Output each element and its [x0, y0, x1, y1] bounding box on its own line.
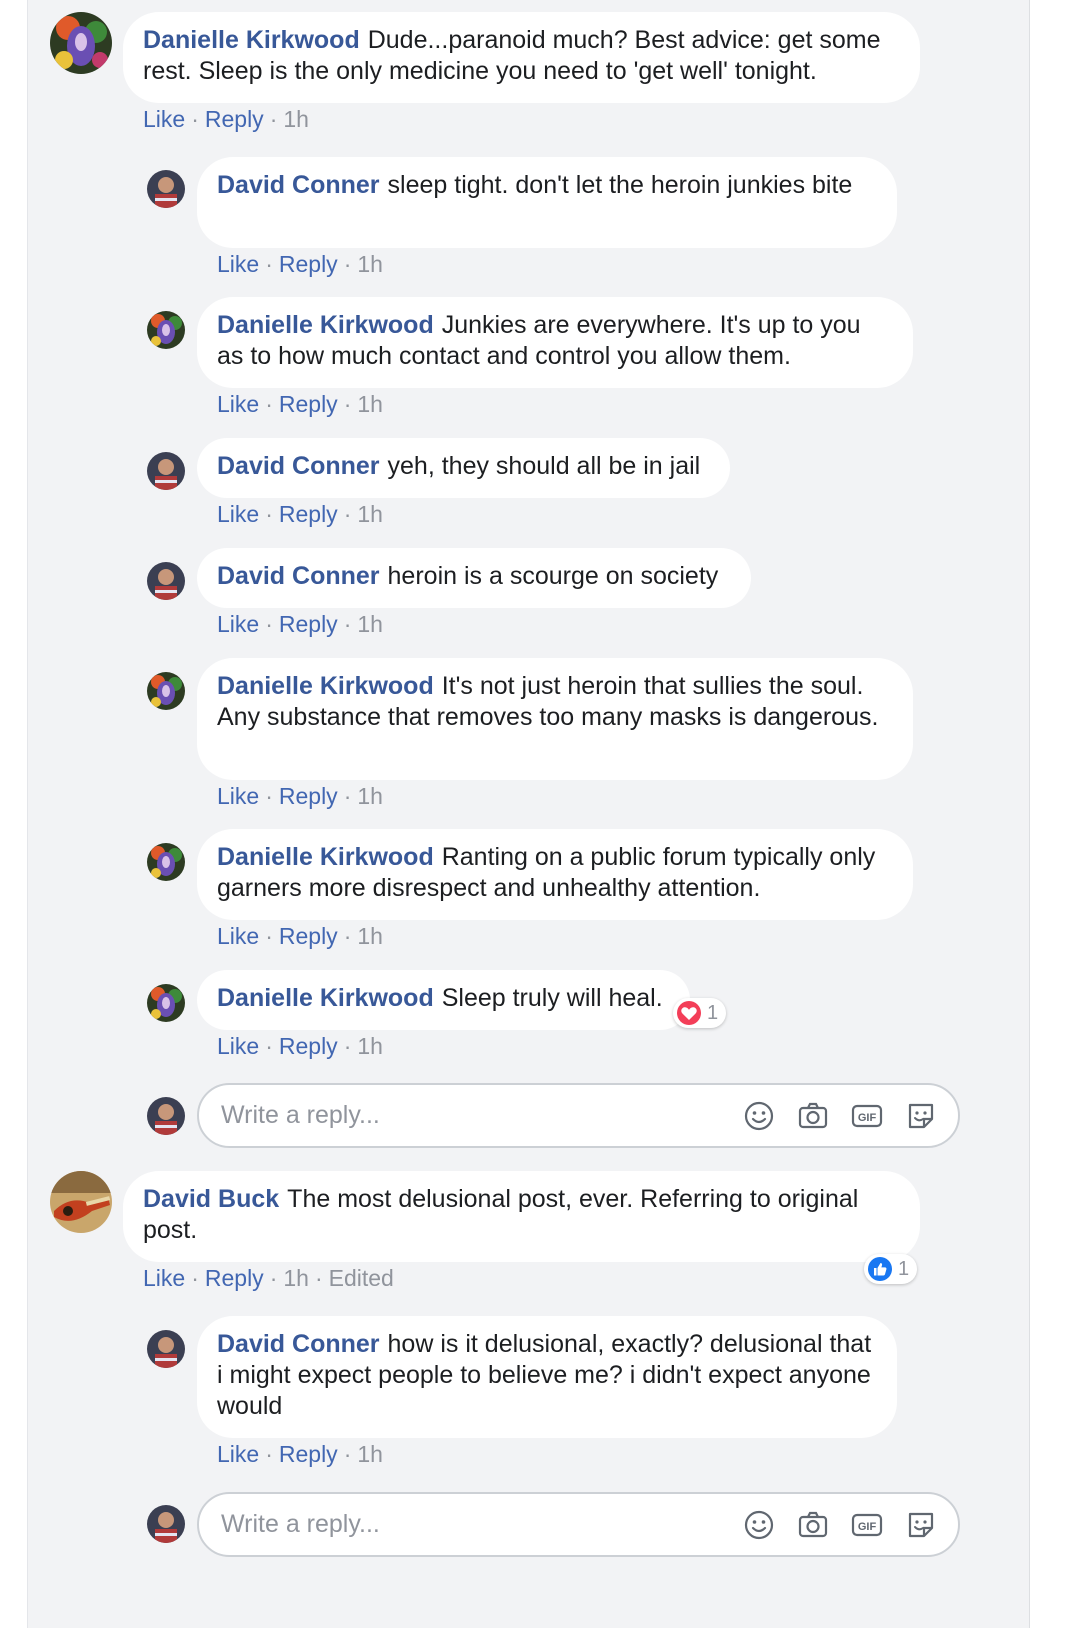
like-link[interactable]: Like: [143, 1265, 185, 1291]
timestamp[interactable]: 1h: [357, 923, 383, 949]
comment-actions: Like · Reply · 1h: [217, 1033, 383, 1059]
reply-link[interactable]: Reply: [279, 611, 338, 637]
comment-text: sleep tight. don't let the heroin junkie…: [387, 171, 853, 199]
avatar: [147, 1505, 185, 1543]
like-link[interactable]: Like: [217, 1033, 259, 1059]
comment-text: yeh, they should all be in jail: [387, 452, 701, 480]
reply-link[interactable]: Reply: [205, 1265, 264, 1291]
author-name[interactable]: Danielle Kirkwood: [217, 311, 434, 339]
edited-label[interactable]: Edited: [329, 1265, 394, 1291]
avatar[interactable]: [50, 1171, 112, 1233]
comment-bubble: Danielle Kirkwood Sleep truly will heal.: [197, 970, 690, 1030]
reaction-badge[interactable]: 1: [864, 1254, 918, 1284]
reply-link[interactable]: Reply: [279, 1033, 338, 1059]
reply-input[interactable]: Write a reply... GIF: [197, 1083, 960, 1148]
emoji-icon[interactable]: [742, 1099, 776, 1133]
sticker-icon[interactable]: [904, 1508, 938, 1542]
comment-bubble: David Conner heroin is a scourge on socie…: [197, 548, 751, 608]
comment-bubble: Danielle Kirkwood Junkies are everywhere.…: [197, 297, 913, 388]
avatar[interactable]: [147, 562, 185, 600]
reply-placeholder: Write a reply...: [221, 1101, 380, 1129]
gif-icon[interactable]: GIF: [850, 1099, 884, 1133]
avatar[interactable]: [50, 12, 112, 74]
comment-actions: Like · Reply · 1h: [217, 251, 383, 277]
emoji-icon[interactable]: [742, 1508, 776, 1542]
camera-icon[interactable]: [796, 1099, 830, 1133]
author-name[interactable]: David Conner: [217, 171, 380, 199]
reply-link[interactable]: Reply: [279, 501, 338, 527]
avatar[interactable]: [147, 672, 185, 710]
timestamp[interactable]: 1h: [283, 1265, 309, 1291]
reply-link[interactable]: Reply: [205, 106, 264, 132]
avatar[interactable]: [147, 452, 185, 490]
reply-link[interactable]: Reply: [279, 783, 338, 809]
avatar[interactable]: [147, 1330, 185, 1368]
timestamp[interactable]: 1h: [283, 106, 309, 132]
reply-link[interactable]: Reply: [279, 923, 338, 949]
comment-actions: Like · Reply · 1h: [217, 783, 383, 809]
camera-icon[interactable]: [796, 1508, 830, 1542]
author-name[interactable]: Danielle Kirkwood: [217, 672, 434, 700]
timestamp[interactable]: 1h: [357, 501, 383, 527]
comment-bubble: David Buck The most delusional post, ever…: [123, 1171, 920, 1262]
sticker-icon[interactable]: [904, 1099, 938, 1133]
like-link[interactable]: Like: [217, 783, 259, 809]
timestamp[interactable]: 1h: [357, 611, 383, 637]
comment-bubble: David Conner how is it delusional, exactl…: [197, 1316, 897, 1438]
love-icon: [677, 1001, 701, 1025]
comment-actions: Like · Reply · 1h · Edited: [143, 1265, 394, 1291]
comment-actions: Like · Reply · 1h: [143, 106, 309, 132]
like-link[interactable]: Like: [217, 611, 259, 637]
comment-bubble: David Conner yeh, they should all be in j…: [197, 438, 730, 498]
like-link[interactable]: Like: [217, 391, 259, 417]
like-link[interactable]: Like: [143, 106, 185, 132]
avatar: [147, 1097, 185, 1135]
reply-link[interactable]: Reply: [279, 391, 338, 417]
author-name[interactable]: David Conner: [217, 562, 380, 590]
like-link[interactable]: Like: [217, 501, 259, 527]
like-link[interactable]: Like: [217, 923, 259, 949]
timestamp[interactable]: 1h: [357, 1441, 383, 1467]
avatar[interactable]: [147, 170, 185, 208]
reaction-count: 1: [707, 1001, 719, 1024]
reply-link[interactable]: Reply: [279, 1441, 338, 1467]
reply-placeholder: Write a reply...: [221, 1510, 380, 1538]
svg-text:GIF: GIF: [858, 1521, 877, 1533]
comment-text: Sleep truly will heal.: [441, 984, 663, 1012]
like-icon: [868, 1257, 892, 1281]
author-name[interactable]: Danielle Kirkwood: [217, 984, 434, 1012]
avatar[interactable]: [147, 311, 185, 349]
author-name[interactable]: David Conner: [217, 452, 380, 480]
timestamp[interactable]: 1h: [357, 1033, 383, 1059]
like-link[interactable]: Like: [217, 1441, 259, 1467]
author-name[interactable]: Danielle Kirkwood: [217, 843, 434, 871]
reply-link[interactable]: Reply: [279, 251, 338, 277]
author-name[interactable]: David Buck: [143, 1185, 279, 1213]
comment-actions: Like · Reply · 1h: [217, 1441, 383, 1467]
avatar[interactable]: [147, 843, 185, 881]
gif-icon[interactable]: GIF: [850, 1508, 884, 1542]
comment-bubble: David Conner sleep tight. don't let the h…: [197, 157, 897, 248]
timestamp[interactable]: 1h: [357, 391, 383, 417]
reaction-count: 1: [898, 1257, 910, 1280]
comment-actions: Like · Reply · 1h: [217, 611, 383, 637]
like-link[interactable]: Like: [217, 251, 259, 277]
comment-bubble: Danielle Kirkwood It's not just heroin th…: [197, 658, 913, 780]
timestamp[interactable]: 1h: [357, 783, 383, 809]
timestamp[interactable]: 1h: [357, 251, 383, 277]
comment-actions: Like · Reply · 1h: [217, 923, 383, 949]
svg-text:GIF: GIF: [858, 1112, 877, 1124]
comment-text: heroin is a scourge on society: [387, 562, 719, 590]
comment-actions: Like · Reply · 1h: [217, 391, 383, 417]
avatar[interactable]: [147, 984, 185, 1022]
author-name[interactable]: Danielle Kirkwood: [143, 26, 360, 54]
comment-bubble: Danielle Kirkwood Dude...paranoid much? B…: [123, 12, 920, 103]
reply-input[interactable]: Write a reply... GIF: [197, 1492, 960, 1557]
comment-actions: Like · Reply · 1h: [217, 501, 383, 527]
reaction-badge[interactable]: 1: [673, 998, 727, 1028]
author-name[interactable]: David Conner: [217, 1330, 380, 1358]
comment-bubble: Danielle Kirkwood Ranting on a public for…: [197, 829, 913, 920]
